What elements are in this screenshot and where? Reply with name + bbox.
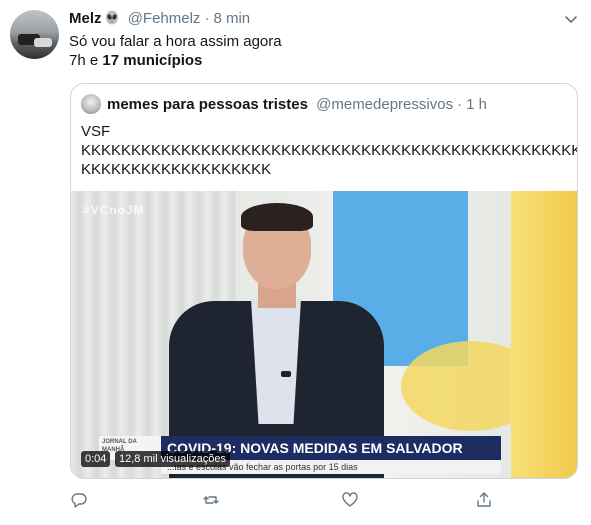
quoted-author-name: memes para pessoas tristes: [107, 96, 308, 113]
quoted-author-handle: @memedepressivos: [316, 96, 454, 113]
alien-emoji-icon: [104, 10, 120, 26]
quoted-tweet-header: memes para pessoas tristes @memedepressi…: [107, 95, 487, 114]
video-watermark: #VCnoJM: [83, 203, 145, 217]
tweet-timestamp[interactable]: 8 min: [213, 10, 250, 27]
quoted-tweet[interactable]: memes para pessoas tristes @memedepressi…: [70, 83, 578, 479]
tweet[interactable]: Melz @Fehmelz · 8 min Só vou falar a hora …: [0, 0, 591, 525]
video-views-badge: 12,8 mil visualizações: [115, 451, 230, 467]
reply-icon[interactable]: [70, 491, 88, 509]
quoted-text-line-2: KKKKKKKKKKKKKKKKKKKKKKKKKKKKKKKKKKKKKKKK…: [81, 142, 578, 159]
quoted-separator-dot: ·: [457, 96, 463, 113]
author-name[interactable]: Melz: [69, 10, 102, 27]
presenter-hair: [241, 203, 313, 231]
tweet-text-prefix: 7h e: [69, 52, 103, 69]
tweet-header: Melz @Fehmelz · 8 min: [69, 9, 250, 28]
share-icon[interactable]: [475, 491, 493, 509]
retweet-icon[interactable]: [202, 491, 220, 509]
quoted-timestamp: 1 h: [466, 96, 487, 113]
author-avatar[interactable]: [10, 10, 59, 59]
separator-dot: ·: [204, 10, 210, 27]
video-player[interactable]: #VCnoJM JORNAL DA MANHÃ COVID-19: NOVAS …: [71, 191, 577, 478]
chevron-down-icon[interactable]: [562, 10, 580, 28]
quoted-text-line-1: VSF: [81, 123, 111, 140]
quoted-text-line-3: KKKKKKKKKKKKKKKKKKK: [81, 161, 272, 178]
quoted-author-avatar: [81, 94, 101, 114]
tweet-text-line-1: Só vou falar a hora assim agora: [69, 33, 282, 50]
tweet-actions: [0, 489, 591, 513]
author-handle[interactable]: @Fehmelz: [128, 10, 201, 27]
tweet-text-bold: 17 municípios: [102, 52, 203, 69]
video-duration-badge: 0:04: [81, 451, 111, 467]
heart-icon[interactable]: [341, 491, 359, 509]
tweet-text-line-2: 7h e 17 municípios: [69, 51, 202, 70]
presenter-shirt: [251, 299, 301, 424]
lapel-mic: [281, 371, 291, 377]
